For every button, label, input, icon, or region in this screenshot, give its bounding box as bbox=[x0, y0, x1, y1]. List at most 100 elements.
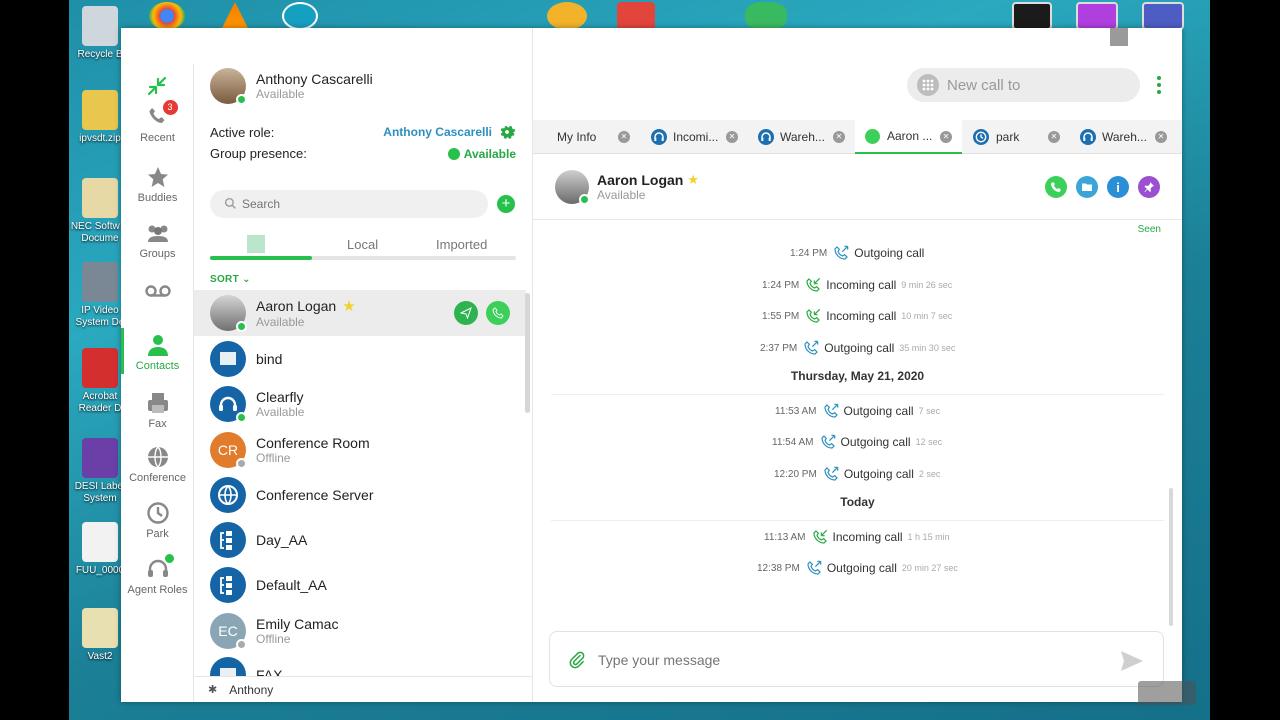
add-contact-button[interactable]: + bbox=[497, 195, 515, 213]
conversation-tab[interactable]: Aaron ... ✕ bbox=[855, 120, 962, 154]
conversation-tab[interactable]: park ✕ bbox=[963, 120, 1070, 154]
call-entry[interactable]: 2:37 PM Outgoing call 35 min 30 sec bbox=[760, 338, 955, 358]
search-input[interactable] bbox=[210, 190, 488, 218]
call-duration: 20 min 27 sec bbox=[901, 563, 958, 573]
desktop-icon-label: DESI Label System bbox=[74, 481, 126, 504]
call-button[interactable] bbox=[1045, 176, 1067, 198]
headset-icon bbox=[758, 129, 774, 145]
rail-item-recent[interactable]: 3 Recent bbox=[121, 100, 194, 144]
close-icon[interactable]: ✕ bbox=[726, 131, 738, 143]
pin-button[interactable] bbox=[1138, 176, 1160, 198]
call-entry[interactable]: 1:24 PM Incoming call 9 min 26 sec bbox=[762, 275, 952, 295]
close-icon[interactable]: ✕ bbox=[618, 131, 630, 143]
clock-icon bbox=[145, 500, 171, 526]
pin-icon bbox=[1144, 182, 1154, 192]
call-entry[interactable]: 11:54 AM Outgoing call 12 sec bbox=[772, 432, 942, 452]
taskbar-app-icon[interactable] bbox=[1012, 2, 1052, 30]
gear-icon[interactable] bbox=[498, 123, 516, 141]
close-icon[interactable]: ✕ bbox=[1048, 131, 1060, 143]
message-input[interactable] bbox=[598, 650, 1098, 670]
filter-tab-local[interactable]: Local bbox=[347, 237, 378, 252]
call-time: 11:13 AM bbox=[764, 531, 806, 543]
contact-row[interactable]: Aaron Logan ★ Available bbox=[194, 290, 526, 336]
call-contact-button[interactable] bbox=[486, 301, 510, 325]
conversation-tab[interactable]: Incomi... ✕ bbox=[641, 120, 748, 154]
taskbar-app-icon[interactable] bbox=[1142, 2, 1184, 30]
contact-row[interactable]: FAX bbox=[194, 652, 526, 676]
conversation-tab[interactable]: Wareh... ✕ bbox=[1070, 120, 1177, 154]
my-profile[interactable]: Anthony Cascarelli Available bbox=[210, 68, 373, 105]
more-menu-icon[interactable] bbox=[1157, 76, 1161, 97]
rail-item-park[interactable]: Park bbox=[121, 500, 194, 540]
contact-row[interactable]: CR Conference Room Offline bbox=[194, 427, 526, 473]
desktop-file-icon bbox=[82, 178, 118, 218]
rail-item-conference[interactable]: Conference bbox=[121, 444, 194, 484]
call-entry[interactable]: 11:13 AM Incoming call 1 h 15 min bbox=[764, 527, 950, 547]
outgoing-call-icon bbox=[820, 434, 836, 450]
close-icon[interactable]: ✕ bbox=[833, 131, 845, 143]
taskbar-app-icon[interactable] bbox=[1076, 2, 1118, 30]
chat-scrollbar[interactable] bbox=[1169, 488, 1173, 626]
headset-icon bbox=[145, 554, 174, 582]
sort-button[interactable]: SORT ⌄ bbox=[210, 274, 251, 285]
taskbar-app-icon[interactable] bbox=[282, 2, 318, 30]
day-separator: Today bbox=[551, 495, 1164, 521]
call-entry[interactable]: 12:20 PM Outgoing call 2 sec bbox=[774, 464, 940, 484]
send-icon[interactable] bbox=[1119, 650, 1145, 672]
recent-icon: 3 bbox=[145, 100, 178, 130]
contact-list-scrollbar[interactable] bbox=[525, 293, 530, 413]
message-button[interactable] bbox=[454, 301, 478, 325]
peer-name: Aaron Logan bbox=[597, 172, 684, 188]
day-separator: Thursday, May 21, 2020 bbox=[551, 369, 1164, 395]
contact-row[interactable]: bind bbox=[194, 336, 526, 382]
taskbar-app-icon[interactable] bbox=[745, 2, 787, 30]
group-presence-value[interactable]: Available bbox=[447, 146, 516, 161]
contact-name: FAX bbox=[256, 667, 283, 676]
close-icon[interactable]: ✕ bbox=[940, 131, 952, 143]
active-role-row: Active role: Anthony Cascarelli bbox=[210, 123, 516, 141]
contact-row[interactable]: Clearfly Available bbox=[194, 381, 526, 427]
desktop-file-icon bbox=[82, 608, 118, 648]
tab-label: My Info bbox=[557, 130, 597, 144]
taskbar-chrome-icon[interactable] bbox=[149, 2, 185, 30]
new-call-input[interactable]: New call to bbox=[907, 68, 1140, 102]
call-entry[interactable]: 12:38 PM Outgoing call 20 min 27 sec bbox=[757, 558, 958, 578]
call-entry[interactable]: 1:24 PM Outgoing call bbox=[790, 243, 924, 263]
conversation-tab[interactable]: Wareh... ✕ bbox=[748, 120, 855, 154]
close-icon[interactable]: ✕ bbox=[1155, 131, 1167, 143]
contact-row[interactable]: Day_AA bbox=[194, 517, 526, 563]
group-presence-text: Available bbox=[463, 146, 516, 161]
rail-item-contacts[interactable]: Contacts bbox=[121, 328, 194, 374]
video-overlay-controls[interactable] bbox=[1138, 681, 1196, 705]
contact-name: Emily Camac bbox=[256, 616, 339, 632]
conversation-tab[interactable]: My Info ✕ bbox=[533, 120, 640, 154]
attach-icon[interactable] bbox=[568, 650, 586, 670]
call-entry[interactable]: 1:55 PM Incoming call 10 min 7 sec bbox=[762, 306, 952, 326]
files-button[interactable] bbox=[1076, 176, 1098, 198]
outgoing-call-icon bbox=[823, 403, 839, 419]
clock-icon bbox=[973, 129, 989, 145]
rail-item-fax[interactable]: Fax bbox=[121, 390, 194, 430]
call-entry[interactable]: 11:53 AM Outgoing call 7 sec bbox=[775, 401, 940, 421]
rail-item-agent_roles[interactable]: Agent Roles bbox=[121, 554, 194, 596]
contact-row[interactable]: Default_AA bbox=[194, 562, 526, 608]
taskbar-vlc-icon[interactable] bbox=[221, 2, 249, 30]
contacts-icon bbox=[145, 332, 171, 358]
call-time: 1:24 PM bbox=[790, 247, 828, 259]
rail-item-voicemail[interactable] bbox=[121, 278, 194, 306]
day-label: Thursday, May 21, 2020 bbox=[790, 369, 925, 383]
contact-row[interactable]: EC Emily Camac Offline bbox=[194, 608, 526, 654]
active-role-name: Anthony Cascarelli bbox=[383, 125, 492, 139]
taskbar-app-icon[interactable] bbox=[617, 2, 655, 30]
chat-header-divider bbox=[533, 219, 1182, 220]
footer-user: Anthony bbox=[229, 682, 274, 697]
taskbar-app-icon[interactable] bbox=[547, 2, 587, 30]
rail-item-groups[interactable]: Groups bbox=[121, 220, 194, 260]
filter-tab-imported[interactable]: Imported bbox=[436, 237, 487, 252]
info-button[interactable]: i bbox=[1107, 176, 1129, 198]
rail-item-buddies[interactable]: Buddies bbox=[121, 164, 194, 204]
contact-avatar bbox=[210, 477, 246, 513]
active-role-value[interactable]: Anthony Cascarelli bbox=[383, 123, 516, 141]
contact-row[interactable]: Conference Server bbox=[194, 472, 526, 518]
call-time: 11:54 AM bbox=[772, 436, 814, 448]
